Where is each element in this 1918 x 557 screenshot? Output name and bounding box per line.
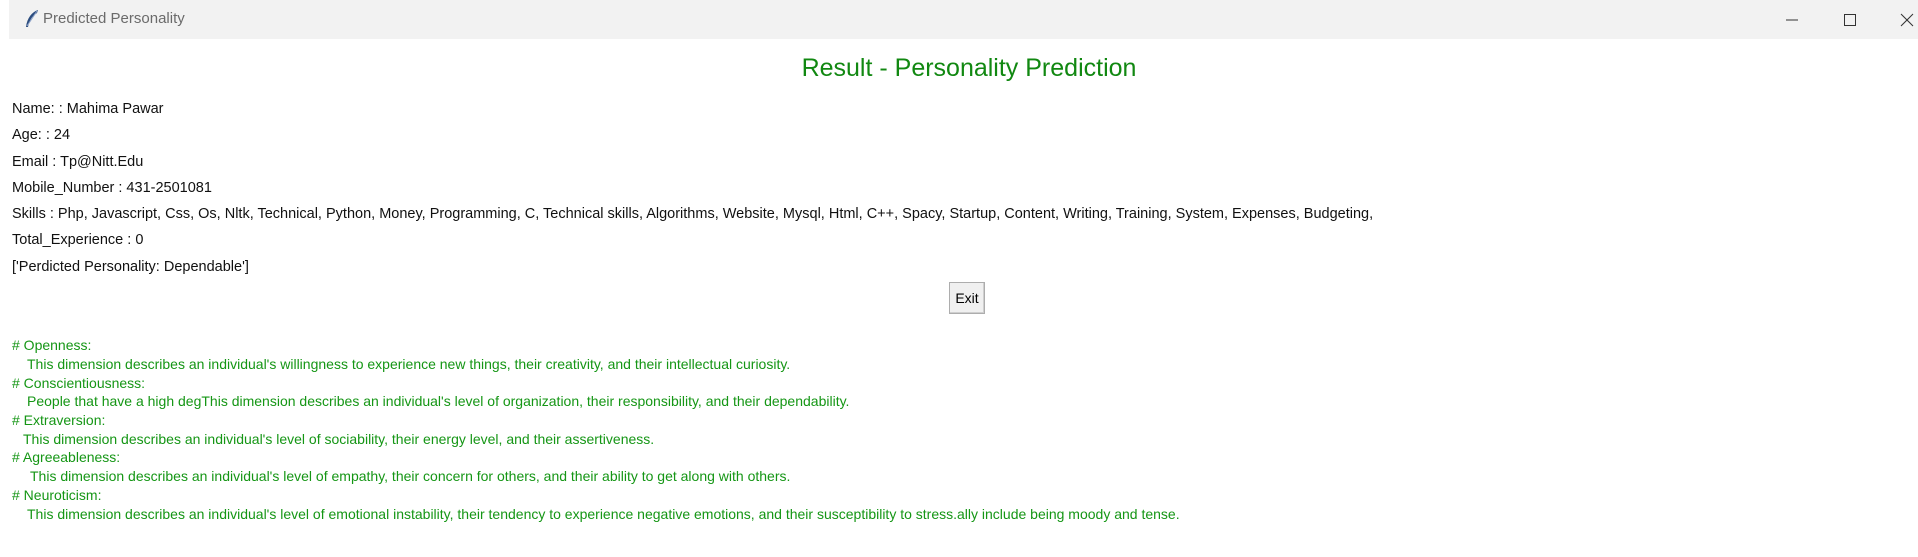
mobile-label: Mobile_Number : 431-2501081	[12, 180, 212, 196]
maximize-icon	[1843, 13, 1856, 26]
age-label: Age: : 24	[12, 127, 71, 143]
email-label: Email : Tp@Nitt.Edu	[12, 154, 144, 170]
maximize-button[interactable]	[1821, 0, 1878, 39]
trait-conscientiousness-title: # Conscientiousness:	[12, 375, 146, 391]
name-label: Name: : Mahima Pawar	[12, 101, 164, 117]
trait-agreeableness-title: # Agreeableness:	[12, 449, 121, 465]
exit-button[interactable]: Exit	[949, 282, 985, 314]
trait-openness-title: # Openness:	[12, 337, 92, 353]
minimize-button[interactable]	[1763, 0, 1820, 39]
prediction-label: ['Perdicted Personality: Dependable']	[12, 259, 249, 275]
title-bar: Predicted Personality	[9, 0, 1918, 40]
result-panel: Result - Personality Prediction Name: : …	[9, 39, 1918, 557]
close-button[interactable]	[1878, 0, 1918, 39]
trait-agreeableness-text: This dimension describes an individual's…	[30, 468, 791, 484]
trait-openness-text: This dimension describes an individual's…	[27, 356, 791, 372]
experience-label: Total_Experience : 0	[12, 232, 144, 248]
minimize-icon	[1785, 19, 1798, 20]
trait-neuroticism-title: # Neuroticism:	[12, 487, 102, 503]
trait-neuroticism-text: This dimension describes an individual's…	[27, 506, 1180, 522]
feather-icon	[26, 10, 38, 27]
window-title: Predicted Personality	[43, 10, 185, 27]
skills-label: Skills : Php, Javascript, Css, Os, Nltk,…	[12, 206, 1374, 222]
close-icon	[1900, 13, 1913, 26]
page-title: Result - Personality Prediction	[801, 54, 1137, 82]
trait-extraversion-text: This dimension describes an individual's…	[23, 431, 655, 447]
trait-conscientiousness-text: People that have a high degThis dimensio…	[27, 393, 850, 409]
trait-extraversion-title: # Extraversion:	[12, 412, 106, 428]
